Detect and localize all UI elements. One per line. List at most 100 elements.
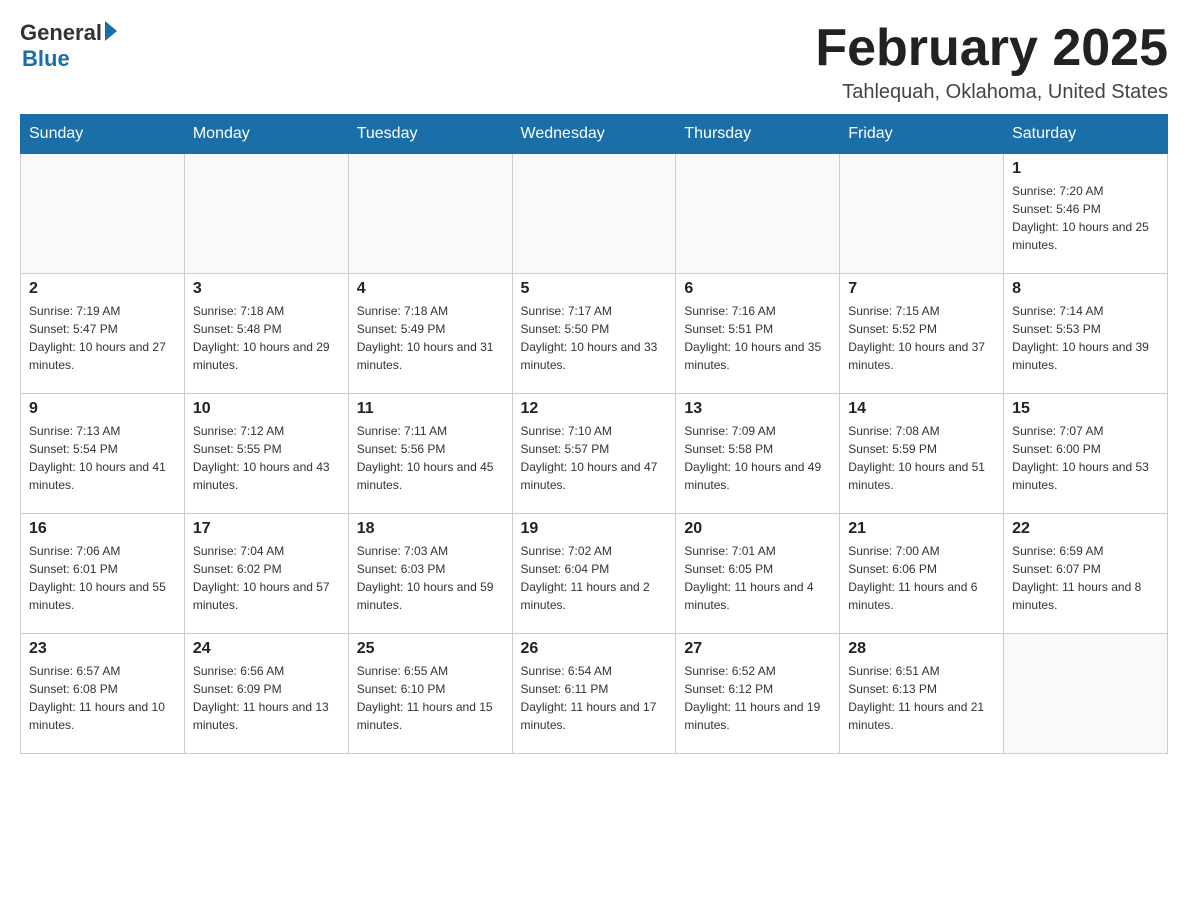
day-info: Sunrise: 6:54 AMSunset: 6:11 PMDaylight:… [521,662,668,734]
calendar-cell: 25 Sunrise: 6:55 AMSunset: 6:10 PMDayligh… [348,634,512,754]
calendar-cell: 19 Sunrise: 7:02 AMSunset: 6:04 PMDayligh… [512,514,676,634]
calendar-cell: 23Sunrise: 6:57 AMSunset: 6:08 PMDayligh… [21,634,185,754]
logo-blue-text: Blue [22,46,70,72]
day-number: 5 [521,280,668,298]
day-header-sunday: Sunday [21,115,185,154]
calendar-cell: 7 Sunrise: 7:15 AMSunset: 5:52 PMDaylight… [840,274,1004,394]
day-info: Sunrise: 7:12 AMSunset: 5:55 PMDaylight:… [193,422,340,494]
day-number: 2 [29,280,176,298]
calendar-cell: 24 Sunrise: 6:56 AMSunset: 6:09 PMDayligh… [184,634,348,754]
day-info: Sunrise: 7:06 AMSunset: 6:01 PMDaylight:… [29,542,176,614]
day-number: 15 [1012,400,1159,418]
week-row-4: 16 Sunrise: 7:06 AMSunset: 6:01 PMDayligh… [21,514,1168,634]
day-info: Sunrise: 7:15 AMSunset: 5:52 PMDaylight:… [848,302,995,374]
day-number: 4 [357,280,504,298]
day-number: 16 [29,520,176,538]
day-info: Sunrise: 7:19 AMSunset: 5:47 PMDaylight:… [29,302,176,374]
day-header-monday: Monday [184,115,348,154]
calendar-cell: 22Sunrise: 6:59 AMSunset: 6:07 PMDayligh… [1004,514,1168,634]
day-number: 20 [684,520,831,538]
calendar-cell: 11 Sunrise: 7:11 AMSunset: 5:56 PMDayligh… [348,394,512,514]
day-info: Sunrise: 6:55 AMSunset: 6:10 PMDaylight:… [357,662,504,734]
calendar-table: SundayMondayTuesdayWednesdayThursdayFrid… [20,114,1168,754]
week-row-1: 1 Sunrise: 7:20 AMSunset: 5:46 PMDaylight… [21,154,1168,274]
calendar-cell [1004,634,1168,754]
calendar-cell [676,154,840,274]
day-number: 25 [357,640,504,658]
calendar-cell: 12Sunrise: 7:10 AMSunset: 5:57 PMDayligh… [512,394,676,514]
day-number: 3 [193,280,340,298]
day-header-wednesday: Wednesday [512,115,676,154]
day-info: Sunrise: 7:04 AMSunset: 6:02 PMDaylight:… [193,542,340,614]
calendar-cell: 26 Sunrise: 6:54 AMSunset: 6:11 PMDayligh… [512,634,676,754]
day-header-saturday: Saturday [1004,115,1168,154]
week-row-3: 9 Sunrise: 7:13 AMSunset: 5:54 PMDaylight… [21,394,1168,514]
day-number: 23 [29,640,176,658]
day-info: Sunrise: 7:01 AMSunset: 6:05 PMDaylight:… [684,542,831,614]
day-number: 1 [1012,160,1159,178]
day-info: Sunrise: 7:00 AMSunset: 6:06 PMDaylight:… [848,542,995,614]
day-number: 13 [684,400,831,418]
day-number: 21 [848,520,995,538]
day-info: Sunrise: 7:03 AMSunset: 6:03 PMDaylight:… [357,542,504,614]
day-info: Sunrise: 7:20 AMSunset: 5:46 PMDaylight:… [1012,182,1159,254]
title-section: February 2025 Tahlequah, Oklahoma, Unite… [815,20,1168,104]
day-number: 9 [29,400,176,418]
day-number: 27 [684,640,831,658]
location-text: Tahlequah, Oklahoma, United States [815,81,1168,104]
calendar-cell [184,154,348,274]
calendar-cell: 21 Sunrise: 7:00 AMSunset: 6:06 PMDayligh… [840,514,1004,634]
day-header-thursday: Thursday [676,115,840,154]
day-info: Sunrise: 7:18 AMSunset: 5:49 PMDaylight:… [357,302,504,374]
logo-general-text: General [20,20,102,46]
day-number: 22 [1012,520,1159,538]
day-info: Sunrise: 7:17 AMSunset: 5:50 PMDaylight:… [521,302,668,374]
day-number: 18 [357,520,504,538]
calendar-cell [840,154,1004,274]
day-number: 6 [684,280,831,298]
day-info: Sunrise: 7:11 AMSunset: 5:56 PMDaylight:… [357,422,504,494]
day-number: 10 [193,400,340,418]
day-number: 11 [357,400,504,418]
calendar-cell: 20 Sunrise: 7:01 AMSunset: 6:05 PMDayligh… [676,514,840,634]
calendar-cell [348,154,512,274]
day-info: Sunrise: 7:13 AMSunset: 5:54 PMDaylight:… [29,422,176,494]
week-row-5: 23Sunrise: 6:57 AMSunset: 6:08 PMDayligh… [21,634,1168,754]
calendar-cell: 1 Sunrise: 7:20 AMSunset: 5:46 PMDaylight… [1004,154,1168,274]
day-number: 14 [848,400,995,418]
day-info: Sunrise: 6:52 AMSunset: 6:12 PMDaylight:… [684,662,831,734]
day-info: Sunrise: 7:02 AMSunset: 6:04 PMDaylight:… [521,542,668,614]
day-info: Sunrise: 7:18 AMSunset: 5:48 PMDaylight:… [193,302,340,374]
day-header-friday: Friday [840,115,1004,154]
calendar-cell: 17 Sunrise: 7:04 AMSunset: 6:02 PMDayligh… [184,514,348,634]
calendar-cell [512,154,676,274]
calendar-cell [21,154,185,274]
day-info: Sunrise: 7:16 AMSunset: 5:51 PMDaylight:… [684,302,831,374]
calendar-cell: 14Sunrise: 7:08 AMSunset: 5:59 PMDayligh… [840,394,1004,514]
calendar-cell: 13Sunrise: 7:09 AMSunset: 5:58 PMDayligh… [676,394,840,514]
day-info: Sunrise: 6:51 AMSunset: 6:13 PMDaylight:… [848,662,995,734]
calendar-cell: 6 Sunrise: 7:16 AMSunset: 5:51 PMDaylight… [676,274,840,394]
calendar-header-row: SundayMondayTuesdayWednesdayThursdayFrid… [21,115,1168,154]
day-number: 28 [848,640,995,658]
day-number: 19 [521,520,668,538]
week-row-2: 2 Sunrise: 7:19 AMSunset: 5:47 PMDaylight… [21,274,1168,394]
logo-arrow-icon [105,21,117,41]
day-number: 17 [193,520,340,538]
calendar-cell: 2 Sunrise: 7:19 AMSunset: 5:47 PMDaylight… [21,274,185,394]
calendar-cell: 18 Sunrise: 7:03 AMSunset: 6:03 PMDayligh… [348,514,512,634]
day-number: 7 [848,280,995,298]
page-header: General Blue February 2025 Tahlequah, Ok… [20,20,1168,104]
month-title: February 2025 [815,20,1168,77]
day-info: Sunrise: 7:14 AMSunset: 5:53 PMDaylight:… [1012,302,1159,374]
calendar-cell: 4 Sunrise: 7:18 AMSunset: 5:49 PMDaylight… [348,274,512,394]
day-number: 12 [521,400,668,418]
calendar-cell: 9 Sunrise: 7:13 AMSunset: 5:54 PMDaylight… [21,394,185,514]
calendar-cell: 8Sunrise: 7:14 AMSunset: 5:53 PMDaylight… [1004,274,1168,394]
day-header-tuesday: Tuesday [348,115,512,154]
day-number: 24 [193,640,340,658]
day-number: 26 [521,640,668,658]
day-info: Sunrise: 6:56 AMSunset: 6:09 PMDaylight:… [193,662,340,734]
calendar-cell: 3 Sunrise: 7:18 AMSunset: 5:48 PMDaylight… [184,274,348,394]
day-info: Sunrise: 7:07 AMSunset: 6:00 PMDaylight:… [1012,422,1159,494]
